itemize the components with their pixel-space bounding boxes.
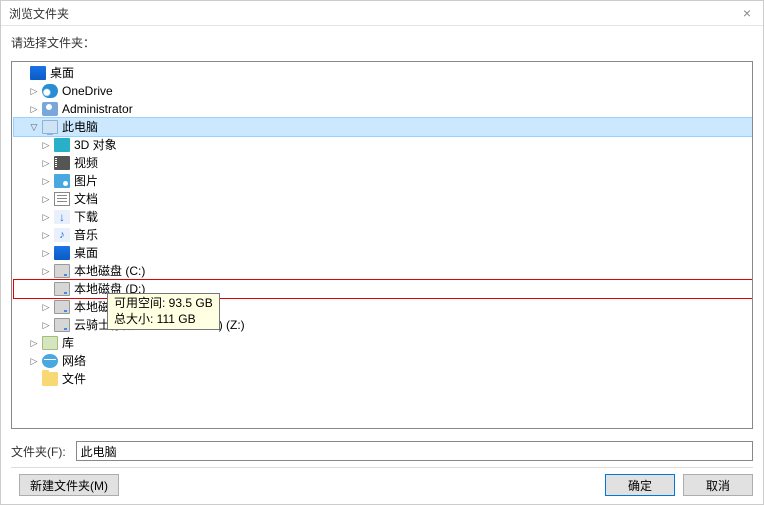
tree-item-libraries[interactable]: ▷ 库: [14, 334, 752, 352]
tree-item-pictures[interactable]: ▷ 图片: [14, 172, 752, 190]
tree-item-label: 3D 对象: [74, 136, 117, 154]
tree-item-drive-c[interactable]: ▷ 本地磁盘 (C:): [14, 262, 752, 280]
expander-icon[interactable]: ▷: [40, 139, 52, 151]
new-folder-button[interactable]: 新建文件夹(M): [19, 474, 119, 496]
tree-item-onedrive[interactable]: ▷ OneDrive: [14, 82, 752, 100]
folder-path-input[interactable]: [76, 441, 753, 461]
tree-item-downloads[interactable]: ▷ 下载: [14, 208, 752, 226]
cancel-button[interactable]: 取消: [683, 474, 753, 496]
tree-item-drive-e[interactable]: ▷ 本地磁盘 (: [14, 298, 752, 316]
tree-item-label: Administrator: [62, 100, 133, 118]
3d-objects-icon: [54, 138, 70, 152]
tree-item-label: 音乐: [74, 226, 98, 244]
tree-item-desktop-folder[interactable]: ▷ 桌面: [14, 244, 752, 262]
expander-icon[interactable]: ▷: [28, 85, 40, 97]
close-button[interactable]: ×: [737, 3, 757, 23]
music-icon: [54, 228, 70, 242]
divider: [11, 467, 753, 468]
drive-icon: [54, 318, 70, 332]
tree-item-3d-objects[interactable]: ▷ 3D 对象: [14, 136, 752, 154]
ok-button[interactable]: 确定: [605, 474, 675, 496]
video-icon: [54, 156, 70, 170]
tree-item-files[interactable]: 文件: [14, 370, 752, 388]
drive-icon: [54, 264, 70, 278]
tree-item-suffix: 9) (Z:): [212, 316, 245, 334]
expander-icon[interactable]: ▷: [40, 265, 52, 277]
expander-icon[interactable]: ▷: [40, 301, 52, 313]
dialog-title: 浏览文件夹: [9, 5, 69, 22]
tree-item-documents[interactable]: ▷ 文档: [14, 190, 752, 208]
expander-icon[interactable]: ▷: [40, 319, 52, 331]
tree-item-this-pc[interactable]: ▽ 此电脑: [14, 118, 752, 136]
download-icon: [54, 210, 70, 224]
user-icon: [42, 102, 58, 116]
expander-icon[interactable]: ▷: [40, 211, 52, 223]
tree-item-label: 网络: [62, 352, 86, 370]
desktop-icon: [54, 246, 70, 260]
tree-item-cloud-drive[interactable]: ▷ 云骑士存储 9) (Z:): [14, 316, 752, 334]
desktop-icon: [30, 66, 46, 80]
expander-icon[interactable]: ▷: [28, 337, 40, 349]
dialog-footer: 文件夹(F): 新建文件夹(M) 确定 取消: [1, 437, 763, 504]
tree-item-label: 本地磁盘 (C:): [74, 262, 145, 280]
expander-icon[interactable]: ▷: [40, 229, 52, 241]
expander-icon[interactable]: ▷: [40, 193, 52, 205]
tree-item-videos[interactable]: ▷ 视频: [14, 154, 752, 172]
tree-item-administrator[interactable]: ▷ Administrator: [14, 100, 752, 118]
libraries-icon: [42, 336, 58, 350]
expander-icon[interactable]: ▷: [28, 355, 40, 367]
expander-icon[interactable]: ▷: [40, 175, 52, 187]
tree-item-label: 云骑士存储: [74, 316, 134, 334]
expander-icon[interactable]: ▷: [40, 247, 52, 259]
prompt-label: 请选择文件夹：: [1, 26, 763, 57]
tree-item-label: OneDrive: [62, 82, 113, 100]
browse-folder-dialog: 浏览文件夹 × 请选择文件夹： 桌面 ▷ OneDrive: [0, 0, 764, 505]
expander-icon[interactable]: ▷: [28, 103, 40, 115]
tree-item-label: 此电脑: [62, 118, 98, 136]
tree-item-label: 图片: [74, 172, 98, 190]
folder-icon: [42, 372, 58, 386]
onedrive-icon: [42, 84, 58, 98]
tree-item-desktop[interactable]: 桌面: [14, 64, 752, 82]
drive-icon: [54, 282, 70, 296]
folder-tree[interactable]: 桌面 ▷ OneDrive ▷ Administrator ▽: [11, 61, 753, 429]
tree-item-label: 本地磁盘 (D:): [74, 280, 145, 298]
tree-item-label: 文件: [62, 370, 86, 388]
title-bar: 浏览文件夹 ×: [1, 1, 763, 26]
network-icon: [42, 354, 58, 368]
tree-item-label: 下载: [74, 208, 98, 226]
tree-item-network[interactable]: ▷ 网络: [14, 352, 752, 370]
documents-icon: [54, 192, 70, 206]
tree-item-label: 桌面: [50, 64, 74, 82]
tree-item-label: 库: [62, 334, 74, 352]
tree-item-drive-d[interactable]: 本地磁盘 (D:): [14, 280, 752, 298]
pictures-icon: [54, 174, 70, 188]
tree-item-label: 视频: [74, 154, 98, 172]
tree-item-music[interactable]: ▷ 音乐: [14, 226, 752, 244]
expander-icon[interactable]: ▽: [28, 121, 40, 133]
tree-item-label: 桌面: [74, 244, 98, 262]
computer-icon: [42, 120, 58, 134]
drive-icon: [54, 300, 70, 314]
folder-path-label: 文件夹(F):: [11, 443, 66, 460]
tree-item-label: 文档: [74, 190, 98, 208]
tree-item-label: 本地磁盘 (: [74, 298, 129, 316]
expander-icon[interactable]: ▷: [40, 157, 52, 169]
